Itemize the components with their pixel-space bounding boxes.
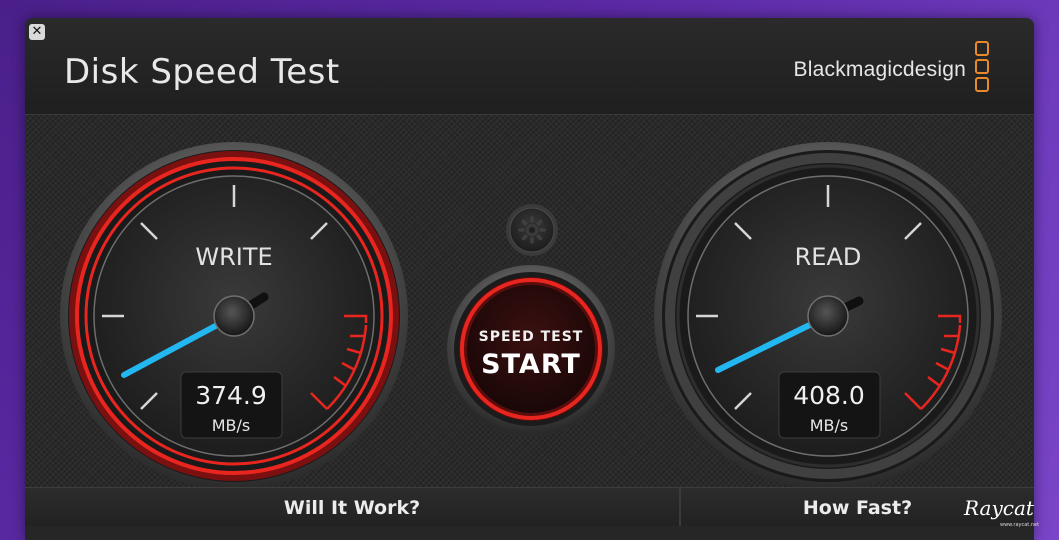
bottom-bar: Will It Work? How Fast? bbox=[25, 487, 1034, 540]
watermark: Raycat bbox=[964, 496, 1034, 520]
title-bar: ✕ Disk Speed Test Blackmagicdesign bbox=[25, 18, 1034, 115]
start-label-top: SPEED TEST bbox=[479, 329, 584, 345]
write-value: 374.9 bbox=[195, 381, 267, 410]
settings-button[interactable] bbox=[506, 204, 558, 256]
app-title: Disk Speed Test bbox=[64, 52, 340, 92]
tab-content-strip bbox=[25, 526, 1034, 540]
start-label-main: START bbox=[481, 349, 581, 380]
brand-name: Blackmagicdesign bbox=[793, 58, 966, 81]
watermark-sub: www.raycat.net bbox=[1000, 522, 1040, 528]
write-hub bbox=[213, 295, 255, 337]
read-hub bbox=[807, 295, 849, 337]
read-unit: MB/s bbox=[810, 416, 849, 435]
brand-logo-icon bbox=[975, 41, 989, 97]
app-window: ✕ Disk Speed Test Blackmagicdesign WRITE… bbox=[25, 18, 1034, 540]
read-gauge: READ 408.0 MB/s bbox=[654, 142, 1002, 487]
gauge-panel: WRITE 374.9 MB/s READ 408.0 MB/s SPEED T… bbox=[25, 115, 1034, 487]
write-label: WRITE bbox=[195, 243, 272, 271]
start-button[interactable]: SPEED TEST START bbox=[443, 261, 619, 437]
write-unit: MB/s bbox=[212, 416, 251, 435]
close-button[interactable]: ✕ bbox=[29, 24, 45, 40]
write-gauge: WRITE 374.9 MB/s bbox=[60, 142, 408, 487]
read-value: 408.0 bbox=[793, 381, 865, 410]
tab-will-it-work[interactable]: Will It Work? bbox=[25, 488, 681, 526]
read-label: READ bbox=[795, 243, 862, 271]
